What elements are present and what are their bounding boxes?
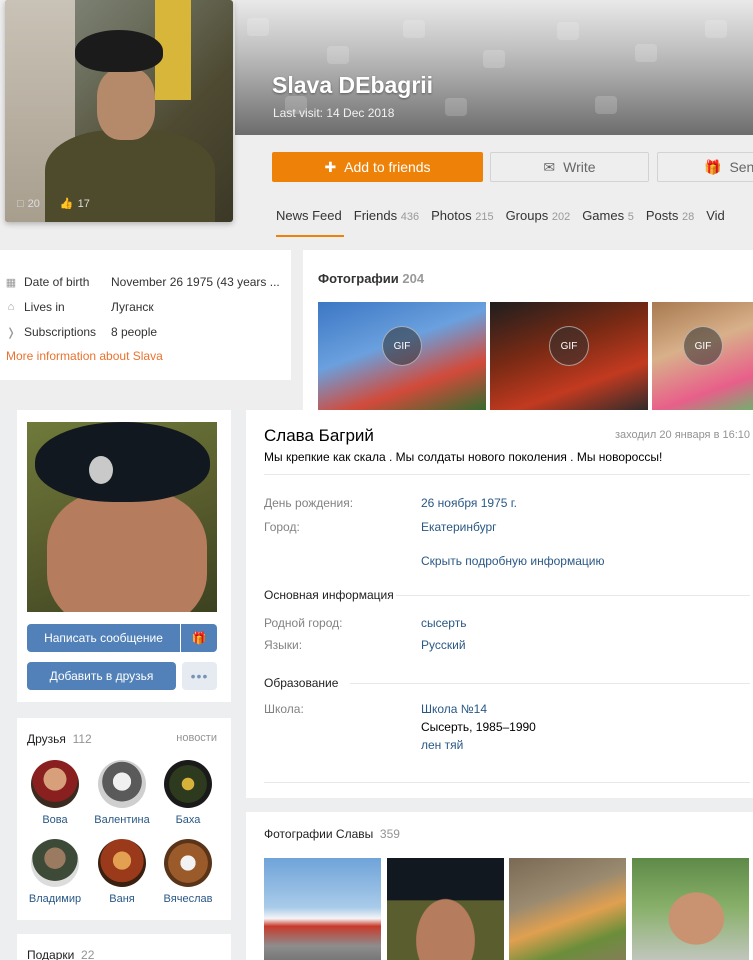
city-row: Город: Екатеринбург bbox=[264, 520, 497, 534]
profile-info: Слава Багрий заходил 20 января в 16:10 М… bbox=[246, 410, 753, 798]
last-visit: Last visit: 14 Dec 2018 bbox=[273, 106, 395, 120]
gif-badge: GIF bbox=[549, 326, 589, 366]
photo-thumbnail[interactable] bbox=[632, 858, 749, 960]
friend-avatar bbox=[98, 760, 146, 808]
lives-row: ⌂ Lives in Луганск bbox=[4, 300, 154, 314]
birthday-link[interactable]: 26 ноября 1975 г. bbox=[421, 496, 517, 510]
add-user-icon: ✚ bbox=[324, 158, 337, 175]
send-gift-button[interactable]: 🎁 bbox=[181, 624, 217, 652]
gifts-block[interactable]: Подарки 22 bbox=[17, 934, 231, 960]
screenshot-collage: Slava DEbagrii Last visit: 14 Dec 2018 □… bbox=[0, 0, 753, 960]
photo-thumbnail[interactable]: GIF bbox=[490, 302, 648, 410]
likes-stat[interactable]: 👍 17 bbox=[59, 197, 90, 211]
language-link[interactable]: Русский bbox=[421, 638, 466, 652]
divider bbox=[264, 782, 750, 783]
school-class-link[interactable]: лен тяй bbox=[421, 738, 536, 752]
education-heading: Образование bbox=[264, 676, 339, 690]
comment-icon: □ bbox=[17, 197, 24, 210]
toggle-details-row: Скрыть подробную информацию bbox=[264, 554, 604, 568]
home-icon: ⌂ bbox=[7, 301, 15, 313]
friends-news-link[interactable]: новости bbox=[176, 732, 217, 744]
add-friend-button[interactable]: Добавить в друзья bbox=[27, 662, 176, 690]
write-button[interactable]: ✉ Write bbox=[490, 152, 649, 182]
tab-games[interactable]: Games 5 bbox=[582, 208, 634, 237]
profile-name: Slava DEbagrii bbox=[272, 72, 434, 98]
friend-item[interactable]: Вова bbox=[20, 760, 90, 826]
subscriptions-row[interactable]: ❭ Subscriptions 8 people bbox=[4, 325, 157, 339]
photos-title[interactable]: Фотографии 204 bbox=[318, 271, 424, 286]
main-info-heading: Основная информация bbox=[264, 588, 394, 602]
hometown-link[interactable]: сысерть bbox=[421, 616, 466, 630]
school-row: Школа: Школа №14 Сысерть, 1985–1990 лен … bbox=[264, 702, 536, 752]
vk-profile: Написать сообщение 🎁 Добавить в друзья •… bbox=[17, 410, 753, 960]
gif-badge: GIF bbox=[683, 326, 723, 366]
friends-header[interactable]: Друзья 112 bbox=[27, 732, 92, 746]
photos-header[interactable]: Фотографии Славы 359 bbox=[264, 827, 400, 841]
photo-thumbnail[interactable]: GIF bbox=[318, 302, 486, 410]
send-gift-button[interactable]: 🎁 Send bbox=[657, 152, 753, 182]
tab-groups[interactable]: Groups 202 bbox=[506, 208, 571, 237]
birth-row: ▦ Date of birth November 26 1975 (43 yea… bbox=[5, 275, 280, 289]
status-text: Мы крепкие как скала . Мы солдаты нового… bbox=[264, 450, 663, 464]
divider bbox=[264, 474, 750, 475]
more-info-link[interactable]: More information about Slava bbox=[6, 349, 163, 363]
about-panel: ▦ Date of birth November 26 1975 (43 yea… bbox=[0, 250, 291, 380]
last-seen: заходил 20 января в 16:10 bbox=[614, 429, 750, 441]
photos-block: Фотографии Славы 359 bbox=[246, 812, 753, 960]
school-link[interactable]: Школа №14 bbox=[421, 702, 536, 716]
comments-stat[interactable]: □ 20 bbox=[17, 197, 40, 210]
school-years: Сысерть, 1985–1990 bbox=[421, 720, 536, 734]
photos-panel: Фотографии 204 GIF GIF GIF bbox=[303, 250, 753, 410]
friends-block: Друзья 112 новости Вова Валентина Баха В… bbox=[17, 718, 231, 920]
gifts-header: Подарки 22 bbox=[27, 948, 95, 960]
friend-avatar bbox=[164, 760, 212, 808]
send-message-button[interactable]: Написать сообщение bbox=[27, 624, 180, 652]
profile-avatar[interactable]: □ 20 👍 17 bbox=[5, 0, 233, 222]
rss-icon: ❭ bbox=[6, 327, 16, 339]
friend-avatar bbox=[164, 839, 212, 887]
tab-photos[interactable]: Photos 215 bbox=[431, 208, 493, 237]
friend-item[interactable]: Баха bbox=[153, 760, 223, 826]
profile-name: Слава Багрий bbox=[264, 426, 374, 445]
gift-icon: 🎁 bbox=[191, 631, 207, 645]
avatar-block: Написать сообщение 🎁 Добавить в друзья •… bbox=[17, 410, 231, 702]
thumbs-up-icon: 👍 bbox=[59, 198, 74, 210]
hide-details-link[interactable]: Скрыть подробную информацию bbox=[421, 554, 604, 568]
profile-avatar[interactable] bbox=[27, 422, 217, 612]
envelope-icon: ✉ bbox=[543, 158, 556, 175]
more-actions-button[interactable]: ••• bbox=[182, 662, 217, 690]
calendar-icon: ▦ bbox=[5, 277, 17, 289]
tab-posts[interactable]: Posts 28 bbox=[646, 208, 694, 237]
add-to-friends-button[interactable]: ✚ Add to friends bbox=[272, 152, 483, 182]
photo-thumbnail[interactable] bbox=[509, 858, 626, 960]
photo-thumbnail[interactable]: GIF bbox=[652, 302, 753, 410]
friend-avatar bbox=[98, 839, 146, 887]
birthday-row: День рождения: 26 ноября 1975 г. bbox=[264, 496, 517, 510]
friend-avatar bbox=[31, 760, 79, 808]
friend-item[interactable]: Ваня bbox=[87, 839, 157, 905]
friend-item[interactable]: Владимир bbox=[20, 839, 90, 905]
friend-item[interactable]: Вячеслав bbox=[153, 839, 223, 905]
photo-thumbnail[interactable] bbox=[387, 858, 504, 960]
city-link[interactable]: Екатеринбург bbox=[421, 520, 497, 534]
photo-thumbnail[interactable] bbox=[264, 858, 381, 960]
tab-news-feed[interactable]: News Feed bbox=[276, 208, 344, 237]
gif-badge: GIF bbox=[382, 326, 422, 366]
ok-profile: Slava DEbagrii Last visit: 14 Dec 2018 □… bbox=[0, 0, 753, 410]
profile-tabs: News Feed Friends 436 Photos 215 Groups … bbox=[276, 208, 725, 237]
friend-avatar bbox=[31, 839, 79, 887]
tab-friends[interactable]: Friends 436 bbox=[354, 208, 419, 237]
friend-item[interactable]: Валентина bbox=[87, 760, 157, 826]
gift-icon: 🎁 bbox=[704, 158, 722, 175]
avatar-stats: □ 20 👍 17 bbox=[17, 197, 90, 211]
tab-videos[interactable]: Vid bbox=[706, 208, 725, 237]
languages-row: Языки: Русский bbox=[264, 638, 466, 652]
hometown-row: Родной город: сысерть bbox=[264, 616, 467, 630]
